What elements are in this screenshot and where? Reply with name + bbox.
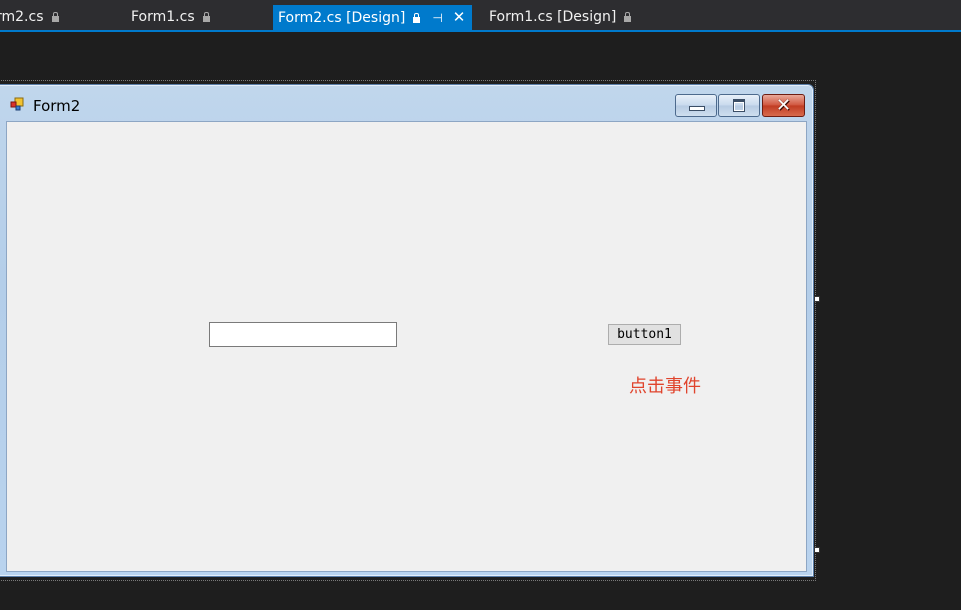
resize-handle-bottom-right[interactable] [814, 547, 820, 553]
pin-icon[interactable]: ⊣ [432, 6, 442, 31]
tab-form1-design[interactable]: Form1.cs [Design] [489, 5, 632, 30]
lock-icon [202, 12, 210, 22]
maximize-icon [733, 99, 745, 112]
form-title: Form2 [33, 97, 81, 115]
close-button[interactable]: ✕ [762, 94, 805, 117]
tab-label: Form2.cs [Design] [278, 10, 406, 26]
minimize-button[interactable] [675, 94, 717, 117]
textbox1[interactable] [209, 322, 397, 347]
lock-icon [624, 12, 632, 22]
button1[interactable]: button1 [608, 324, 681, 345]
designer-surface: Form2 ✕ button1 点击事件 [0, 32, 961, 610]
form-window[interactable]: Form2 ✕ button1 点击事件 [0, 84, 814, 577]
tab-label: Form1.cs [Design] [489, 9, 617, 25]
close-x-icon: ✕ [775, 95, 792, 116]
lock-icon [413, 13, 421, 23]
tab-form1-cs[interactable]: Form1.cs [131, 5, 210, 30]
lock-icon [51, 12, 59, 22]
close-icon[interactable]: ✕ [453, 5, 466, 30]
minimize-icon [689, 106, 705, 111]
resize-handle-right[interactable] [814, 296, 820, 302]
form-app-icon [10, 97, 24, 111]
tab-label: Form1.cs [131, 9, 195, 25]
form-client-area: button1 点击事件 [6, 121, 807, 572]
tab-form2-cs[interactable]: rm2.cs [0, 5, 59, 30]
tab-form2-design[interactable]: Form2.cs [Design] ⊣ ✕ [273, 5, 473, 31]
tab-label: rm2.cs [0, 9, 44, 25]
document-tab-strip: rm2.cs Form1.cs Form2.cs [Design] ⊣ ✕ Form… [0, 0, 961, 30]
maximize-button[interactable] [718, 94, 760, 117]
label1: 点击事件 [629, 376, 701, 397]
